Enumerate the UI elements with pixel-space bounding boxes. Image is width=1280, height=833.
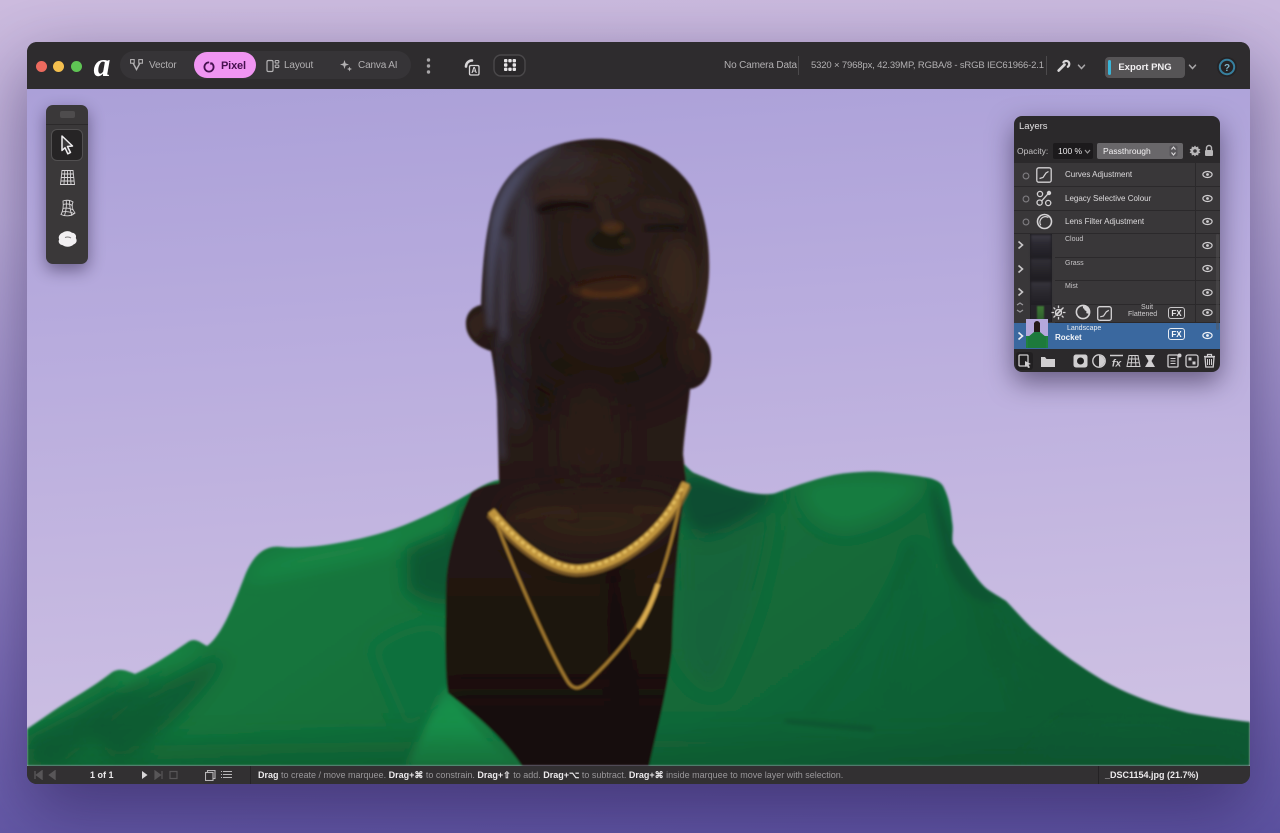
svg-text:fx: fx [1112,358,1122,369]
svg-text:a: a [94,49,111,81]
svg-text:?: ? [1224,63,1230,74]
svg-text:A: A [471,66,477,75]
